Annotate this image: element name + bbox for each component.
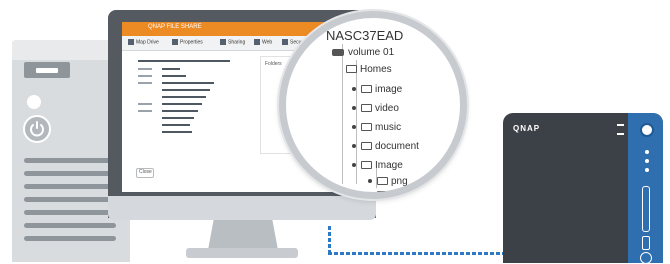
- properties-icon: [172, 39, 178, 45]
- detail-label-line: [138, 103, 152, 105]
- tree-folder-music[interactable]: music: [352, 122, 401, 133]
- detail-value-line: [162, 131, 192, 133]
- detail-value-line: [162, 117, 194, 119]
- nas-drive-slot: [642, 186, 650, 232]
- web-icon: [254, 39, 260, 45]
- network-cable: [328, 252, 504, 255]
- tree-volume[interactable]: volume 01: [332, 47, 394, 58]
- toolbar-properties[interactable]: Properties: [172, 39, 203, 45]
- toolbar-map-drive[interactable]: Map Drive: [128, 39, 159, 45]
- reset-button: [27, 95, 41, 109]
- tree-folder-png[interactable]: png: [368, 176, 408, 187]
- network-cable: [328, 226, 331, 254]
- folder-icon: [377, 177, 388, 186]
- expand-icon: [352, 144, 356, 149]
- tree-homes[interactable]: Homes: [346, 64, 392, 75]
- expand-icon: [352, 125, 356, 130]
- map-drive-icon: [128, 39, 134, 45]
- tree-folder-image[interactable]: image: [352, 84, 402, 95]
- monitor-chin: [108, 196, 376, 220]
- folder-icon: [361, 142, 372, 151]
- detail-label-line: [138, 110, 152, 112]
- expand-icon: [368, 193, 372, 197]
- detail-label-line: [138, 68, 152, 70]
- detail-heading-line: [138, 60, 230, 62]
- folder-icon: [346, 65, 357, 74]
- vent-slot: [24, 158, 116, 163]
- tree-guide-line: [342, 44, 343, 184]
- detail-label-line: [138, 82, 152, 84]
- folder-icon: [361, 123, 372, 132]
- detail-value-line: [162, 82, 214, 84]
- detail-label-line: [138, 75, 152, 77]
- drive-icon: [332, 48, 344, 56]
- sharing-icon: [220, 39, 226, 45]
- tree-folder-video[interactable]: video: [352, 103, 399, 114]
- folder-icon: [361, 85, 372, 94]
- folder-icon: [377, 191, 388, 192]
- detail-value-line: [162, 96, 206, 98]
- tree-folder-image-expanded[interactable]: Image: [352, 160, 403, 171]
- close-button-label: Close: [139, 169, 152, 175]
- detail-value-line: [162, 110, 198, 112]
- expand-icon: [352, 106, 356, 111]
- folder-icon: [361, 161, 372, 170]
- vent-slot: [24, 171, 116, 176]
- collapse-icon: [352, 163, 356, 168]
- tree-folder-document[interactable]: document: [352, 141, 419, 152]
- close-button[interactable]: Close: [136, 168, 154, 178]
- nas-usb-port: [642, 236, 650, 250]
- nas-led: [645, 150, 649, 154]
- vent-slot: [24, 236, 116, 241]
- nas-indicator: [617, 133, 624, 135]
- vent-slot: [24, 197, 116, 202]
- toolbar-sharing[interactable]: Sharing: [220, 39, 245, 45]
- nas-copy-button: [640, 252, 652, 264]
- vent-slot: [24, 184, 116, 189]
- nas-brand-logo: QNAP: [513, 124, 541, 133]
- power-button: [23, 115, 51, 143]
- detail-value-line: [162, 103, 202, 105]
- nas-indicator: [617, 124, 624, 126]
- toolbar-web[interactable]: Web: [254, 39, 272, 45]
- power-icon: [30, 121, 44, 137]
- monitor-stand-base: [186, 248, 298, 258]
- vent-slot: [24, 210, 116, 215]
- tree-root[interactable]: NASC37EAD: [326, 28, 403, 43]
- nas-led: [645, 159, 649, 163]
- nas-led: [645, 168, 649, 172]
- app-title: QNAP FILE SHARE: [148, 24, 202, 30]
- monitor-stand: [208, 220, 278, 250]
- tree-folder-jpg[interactable]: jpg: [368, 190, 404, 197]
- detail-value-line: [162, 68, 180, 70]
- detail-value-line: [162, 124, 190, 126]
- expand-icon: [352, 87, 356, 92]
- detail-value-line: [162, 75, 186, 77]
- vent-slot: [24, 223, 116, 228]
- magnifying-glass: NASC37EAD volume 01 Homes image video mu…: [279, 11, 467, 199]
- folder-icon: [361, 104, 372, 113]
- folder-tree: NASC37EAD volume 01 Homes image video mu…: [286, 18, 460, 192]
- folder-panel-title: Folders: [265, 61, 282, 67]
- expand-icon: [368, 179, 372, 184]
- detail-value-line: [162, 89, 210, 91]
- drive-slot: [36, 68, 58, 73]
- nas-power-button: [640, 123, 654, 137]
